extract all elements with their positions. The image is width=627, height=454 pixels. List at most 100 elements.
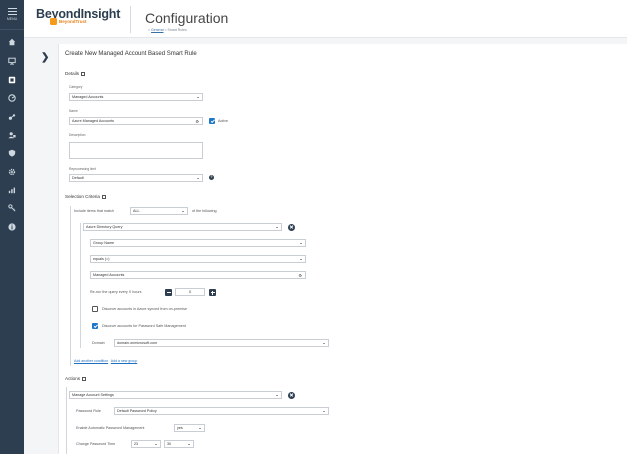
remove-action-icon[interactable] — [288, 392, 295, 399]
operator-select[interactable]: equals (=) — [90, 255, 306, 263]
domain-select[interactable]: domain.onmicrosoft.com — [114, 339, 329, 347]
selection-criteria-heading: Selection Criteria — [65, 194, 106, 199]
chevron-down-icon — [197, 177, 199, 179]
info-icon[interactable] — [6, 221, 18, 233]
monitor-icon[interactable] — [6, 55, 18, 67]
menu-label: MENU — [6, 17, 18, 21]
active-label: Active — [218, 119, 229, 123]
add-condition-link[interactable]: Add another condition — [74, 359, 108, 363]
condition-border — [80, 223, 81, 348]
breadcrumb-current: Smart Rules — [167, 28, 187, 32]
details-heading: Details — [65, 71, 86, 76]
active-checkbox[interactable] — [209, 118, 215, 124]
key-icon[interactable] — [6, 202, 18, 214]
criteria-value-text: Managed Accounts — [93, 273, 125, 277]
actions-border — [66, 387, 67, 454]
analytics-icon[interactable] — [6, 184, 18, 196]
category-select[interactable]: Managed Accounts — [69, 93, 203, 101]
auto-management-value: yes — [177, 426, 183, 430]
add-group-link[interactable]: Add a new group — [111, 359, 137, 363]
remove-condition-icon[interactable] — [288, 224, 295, 231]
rerun-hours-input[interactable]: 0 — [175, 288, 205, 296]
name-label: Name — [69, 109, 78, 113]
gear-icon[interactable]: ⚙ — [298, 273, 302, 278]
operator-value: equals (=) — [93, 257, 110, 261]
actions-heading: Actions — [65, 376, 87, 381]
chevron-down-icon — [155, 443, 157, 445]
left-nav: MENU — [0, 0, 24, 454]
query-type-select[interactable]: Azure Directory Query — [83, 223, 282, 231]
decrement-button[interactable] — [165, 289, 172, 296]
dashboard-icon[interactable] — [6, 74, 18, 86]
reprocessing-value: Default — [72, 176, 84, 180]
field-value: Group Name — [93, 241, 115, 245]
chevron-down-icon — [199, 427, 201, 429]
details-heading-label: Details — [65, 71, 80, 76]
settings-icon[interactable] — [6, 166, 18, 178]
collapse-actions-icon[interactable] — [82, 376, 87, 381]
synced-on-premise-checkbox[interactable] — [92, 306, 98, 312]
reprocessing-label: Reprocessing limit — [69, 167, 96, 171]
actions-heading-label: Actions — [65, 376, 81, 381]
managed-accounts-icon[interactable] — [6, 129, 18, 141]
name-value: Azure Managed Accounts — [72, 119, 115, 123]
action-select[interactable]: Manage Account Settings — [69, 391, 282, 399]
match-select[interactable]: ALL — [130, 207, 188, 215]
increment-button[interactable] — [209, 289, 216, 296]
chevron-down-icon — [276, 226, 278, 228]
match-value: ALL — [133, 209, 140, 213]
breadcrumb-separator: > — [164, 28, 167, 32]
domain-value: domain.onmicrosoft.com — [117, 341, 158, 345]
gear-icon[interactable]: ⚙ — [195, 119, 199, 124]
auto-management-select[interactable]: yes — [174, 424, 205, 432]
password-safe-checkbox[interactable] — [92, 323, 98, 329]
beyondtrust-logo-text: BeyondTrust — [59, 19, 87, 24]
connections-icon[interactable] — [6, 111, 18, 123]
beyondtrust-logo: BeyondTrust — [50, 18, 87, 25]
chevron-down-icon — [323, 342, 325, 344]
field-select[interactable]: Group Name — [90, 239, 306, 247]
scan-icon[interactable] — [6, 92, 18, 104]
reprocessing-select[interactable]: Default — [69, 174, 203, 182]
page-header: BeyondInsight BeyondTrust Configuration … — [24, 0, 627, 38]
criteria-value-field[interactable]: Managed Accounts ⚙ — [90, 271, 306, 279]
breadcrumb-separator: > — [148, 28, 151, 32]
query-type-value: Azure Directory Query — [86, 225, 123, 229]
criteria-group-border — [70, 206, 71, 366]
add-links: Add another condition Add a new group — [74, 359, 137, 363]
home-icon[interactable] — [6, 36, 18, 48]
expand-chevron-icon[interactable]: ❯ — [41, 53, 49, 63]
collapse-details-icon[interactable] — [81, 71, 86, 76]
breadcrumb-general[interactable]: General — [151, 28, 163, 32]
chevron-down-icon — [276, 394, 278, 396]
header-divider — [130, 6, 131, 33]
chevron-down-icon — [300, 258, 302, 260]
description-label: Description — [69, 133, 86, 137]
collapse-criteria-icon[interactable] — [101, 194, 106, 199]
password-rule-value: Default Password Policy — [117, 409, 157, 413]
action-value: Manage Account Settings — [72, 393, 114, 397]
chevron-down-icon — [188, 443, 190, 445]
rerun-hours-value: 0 — [188, 290, 192, 294]
chevron-down-icon — [197, 96, 199, 98]
password-rule-label: Password Rule — [76, 409, 101, 413]
change-hour-select[interactable]: 23 — [131, 440, 161, 448]
chevron-down-icon — [300, 242, 302, 244]
change-hour-value: 23 — [134, 442, 139, 446]
shield-icon[interactable] — [6, 147, 18, 159]
description-textarea[interactable] — [69, 142, 203, 159]
synced-on-premise-label: Discover accounts in Azure synced from o… — [102, 307, 188, 311]
rerun-label: Re-run the query every X hours — [90, 290, 142, 294]
category-value: Managed Accounts — [72, 95, 104, 99]
change-minute-value: 30 — [167, 442, 172, 446]
menu-button[interactable]: MENU — [0, 0, 24, 30]
page-title: Configuration — [145, 10, 229, 26]
selection-criteria-heading-label: Selection Criteria — [65, 194, 100, 199]
change-time-label: Change Password Time — [76, 442, 116, 446]
name-field[interactable]: Azure Managed Accounts ⚙ — [69, 117, 203, 125]
help-icon[interactable]: ? — [209, 175, 214, 180]
change-minute-select[interactable]: 30 — [164, 440, 194, 448]
chevron-down-icon — [182, 210, 184, 212]
password-rule-select[interactable]: Default Password Policy — [114, 407, 329, 415]
auto-management-label: Enable Automatic Password Management — [76, 426, 145, 430]
